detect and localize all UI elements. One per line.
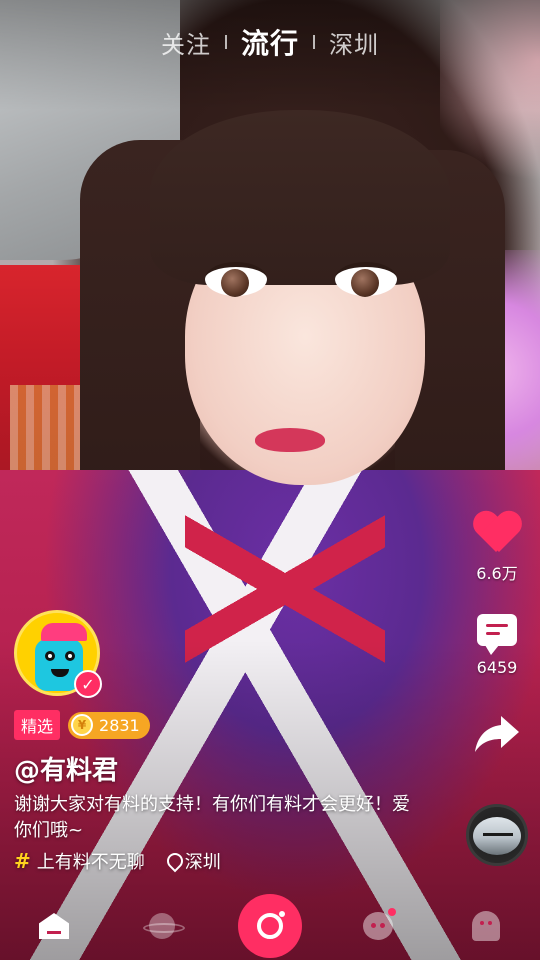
nav-messages[interactable] xyxy=(346,894,410,958)
notification-dot xyxy=(388,908,396,916)
post-caption: 谢谢大家对有料的支持！有你们有料才会更好！爱你们哦~ xyxy=(14,794,410,841)
music-disc-icon[interactable] xyxy=(466,804,528,866)
topic-link[interactable]: 上有料不无聊 xyxy=(37,848,145,874)
planet-icon xyxy=(143,913,185,939)
camera-record-icon xyxy=(257,911,285,939)
share-action[interactable] xyxy=(468,712,526,756)
home-icon xyxy=(39,913,69,939)
coin-icon: ¥ xyxy=(71,714,94,736)
coin-count: 2831 xyxy=(99,715,140,735)
nav-me[interactable] xyxy=(454,894,518,958)
heart-icon[interactable] xyxy=(473,512,521,556)
nav-home[interactable] xyxy=(22,894,86,958)
tab-divider xyxy=(224,35,227,49)
bottom-navigation xyxy=(0,892,540,960)
like-count: 6.6万 xyxy=(476,564,518,583)
verified-badge: ✓ xyxy=(74,670,102,698)
featured-badge: 精选 xyxy=(14,710,61,740)
tab-popular[interactable]: 流行 xyxy=(241,22,299,62)
location-link[interactable]: 深圳 xyxy=(185,848,221,874)
comment-count: 6459 xyxy=(476,658,518,677)
creator-username[interactable]: @有料君 xyxy=(14,750,118,787)
left-eye xyxy=(205,262,267,297)
coin-badge[interactable]: ¥ 2831 xyxy=(68,711,150,739)
tab-local-shenzhen[interactable]: 深圳 xyxy=(329,25,379,60)
comment-icon[interactable] xyxy=(477,614,517,655)
feed-tabs: 关注 流行 深圳 xyxy=(0,22,540,62)
tab-divider xyxy=(313,35,315,49)
lips xyxy=(255,428,325,452)
location-pin-icon xyxy=(167,853,179,869)
nav-discover[interactable] xyxy=(130,894,194,958)
tab-following[interactable]: 关注 xyxy=(161,25,211,60)
hashtag-icon: # xyxy=(14,849,31,873)
post-meta: # 上有料不无聊 深圳 xyxy=(14,848,221,874)
profile-ghost-icon xyxy=(472,911,500,941)
share-arrow-icon[interactable] xyxy=(473,712,521,756)
creator-badges: 精选 ¥ 2831 xyxy=(14,710,150,740)
right-eye xyxy=(335,262,397,297)
chat-face-icon xyxy=(363,912,393,940)
hair-bangs xyxy=(150,110,450,285)
like-action[interactable]: 6.6万 xyxy=(468,512,526,584)
record-button[interactable] xyxy=(238,894,302,958)
nav-record[interactable] xyxy=(238,894,302,958)
comment-action[interactable]: 6459 xyxy=(468,614,526,677)
